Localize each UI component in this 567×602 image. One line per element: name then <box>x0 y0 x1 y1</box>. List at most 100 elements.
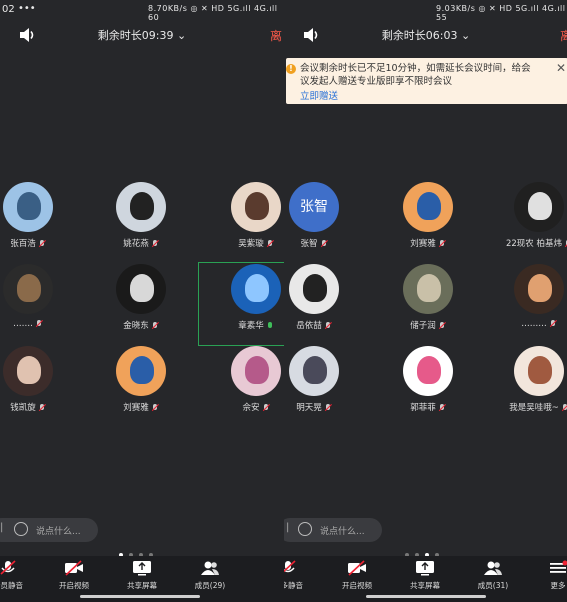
members-icon <box>200 560 220 576</box>
gift-now-link[interactable]: 立即赠送 <box>300 88 338 102</box>
participant-tile[interactable]: 吴紫璇 <box>216 182 284 258</box>
chat-input[interactable]: | 说点什么... <box>0 518 98 542</box>
mic-muted-icon <box>151 239 159 248</box>
mute-all-button[interactable]: 更多静音 <box>284 560 316 591</box>
participant-tile[interactable]: 储子润 <box>388 264 468 340</box>
participant-tile[interactable]: 张智 张智 <box>284 182 354 258</box>
participant-name-text: ……. <box>13 319 33 329</box>
participant-name: 储子润 <box>388 319 468 331</box>
avatar <box>289 264 339 314</box>
avatar <box>514 264 564 314</box>
remaining-time[interactable]: 剩余时长09:39 ⌄ <box>0 27 284 43</box>
avatar <box>403 346 453 396</box>
participant-name: ……… <box>499 319 567 329</box>
mute-all-button[interactable]: 全员静音 <box>0 560 36 591</box>
participant-tile[interactable]: 姚花燕 <box>101 182 181 258</box>
avatar <box>231 346 281 396</box>
close-icon[interactable]: ✕ <box>556 61 566 75</box>
participant-name-text: 张智 <box>300 239 318 249</box>
participant-tile[interactable]: 岳依喆 <box>284 264 354 340</box>
remaining-time[interactable]: 剩余时长06:03 ⌄ <box>284 27 567 43</box>
participant-name-text: 金晓东 <box>123 321 149 331</box>
participant-tile[interactable]: 钱凯旋 <box>0 346 68 422</box>
participant-name: 佘安 <box>216 401 284 413</box>
video-button[interactable]: 开启视频 <box>46 560 102 591</box>
mic-muted-icon <box>324 403 332 412</box>
participant-tile[interactable]: 郭菲菲 <box>388 346 468 422</box>
emoji-icon[interactable] <box>298 522 312 536</box>
avatar <box>403 182 453 232</box>
meeting-topbar: 剩余时长06:03 ⌄ 离 <box>284 24 567 46</box>
participant-name-text: 岳依喆 <box>296 321 322 331</box>
avatar: 张智 <box>289 182 339 232</box>
toolbar-label: 成员(31) <box>477 581 509 590</box>
toolbar-label: 更多静音 <box>284 581 303 590</box>
participant-tile[interactable]: 佘安 <box>216 346 284 422</box>
avatar-initials: 张智 <box>300 199 328 215</box>
toolbar-label: 开启视频 <box>342 581 372 590</box>
toolbar-label: 共享屏幕 <box>410 581 440 590</box>
status-dots: ••• <box>18 3 36 14</box>
avatar <box>116 264 166 314</box>
participant-tile[interactable]: 金晓东 <box>101 264 181 340</box>
participant-name-text: 明天晃 <box>296 403 322 413</box>
avatar <box>3 182 53 232</box>
toolbar-label: 开启视频 <box>59 581 89 590</box>
mic-muted-icon <box>438 239 446 248</box>
participant-name: 张百浩 <box>0 237 68 249</box>
participant-tile[interactable]: ……… <box>499 264 567 340</box>
avatar <box>116 182 166 232</box>
mic-muted-icon <box>151 321 159 330</box>
participant-tile[interactable]: 22现农 柏基炜 <box>499 182 567 258</box>
mic-muted-icon <box>549 319 557 328</box>
participant-tile[interactable]: 明天晃 <box>284 346 354 422</box>
participant-name-text: 郭菲菲 <box>410 403 436 413</box>
members-button[interactable]: 成员(31) <box>465 560 521 591</box>
participant-name: 张智 <box>284 237 354 249</box>
participant-tile[interactable]: 我是吴哇哦~ <box>499 346 567 422</box>
mic-mute-icon <box>0 560 18 576</box>
participant-name: 吴紫璇 <box>216 237 284 249</box>
mic-muted-icon <box>262 403 270 412</box>
leave-button[interactable]: 离 <box>270 27 282 44</box>
warning-message: 会议剩余时长已不足10分钟，如需延长会议时间，给会议发起人赠送专业版即享不限时会… <box>300 63 531 87</box>
share-screen-button[interactable]: 共享屏幕 <box>397 560 453 591</box>
warning-icon: ! <box>286 64 296 74</box>
mic-muted-icon <box>324 321 332 330</box>
emoji-icon[interactable] <box>14 522 28 536</box>
share-screen-icon <box>132 560 152 576</box>
participant-name-text: 22现农 柏基炜 <box>505 239 563 249</box>
video-button[interactable]: 开启视频 <box>329 560 385 591</box>
status-icons: 8.70KB/s ◎ ✕ HD 5G.ıll 4G.ıll 60 <box>148 4 278 22</box>
toolbar-label: 全员静音 <box>0 581 23 590</box>
chat-input[interactable]: | 说点什么... <box>284 518 382 542</box>
active-speaker-frame <box>198 262 284 346</box>
status-bar: 9.03KB/s ◎ ✕ HD 5G.ıll 4G.ıll 55 <box>284 2 567 22</box>
home-indicator[interactable] <box>80 595 200 598</box>
participant-name-text: 吴紫璇 <box>238 239 264 249</box>
chat-placeholder: 说点什么... <box>320 527 365 537</box>
members-button[interactable]: 成员(29) <box>182 560 238 591</box>
participant-tile[interactable]: 刘赛雅 <box>388 182 468 258</box>
home-indicator[interactable] <box>366 595 486 598</box>
avatar <box>3 264 53 314</box>
participant-tile[interactable]: 张百浩 <box>0 182 68 258</box>
more-button[interactable]: 更多 <box>530 560 567 591</box>
avatar <box>289 346 339 396</box>
leave-button[interactable]: 离 <box>560 27 567 44</box>
status-time: 02 <box>2 4 15 15</box>
status-icons: 9.03KB/s ◎ ✕ HD 5G.ıll 4G.ıll 55 <box>436 4 566 22</box>
mic-muted-icon <box>438 403 446 412</box>
participant-tile[interactable]: ……. <box>0 264 68 340</box>
toolbar-label: 共享屏幕 <box>127 581 157 590</box>
mic-muted-icon <box>320 239 328 248</box>
meeting-panel-left: 02 ••• 8.70KB/s ◎ ✕ HD 5G.ıll 4G.ıll 60 … <box>0 0 284 602</box>
participant-tile[interactable]: 刘赛雅 <box>101 346 181 422</box>
share-screen-button[interactable]: 共享屏幕 <box>114 560 170 591</box>
participant-name: 我是吴哇哦~ <box>499 401 567 413</box>
share-screen-icon <box>415 560 435 576</box>
mic-muted-icon <box>438 321 446 330</box>
participant-name-text: ……… <box>521 319 547 329</box>
avatar <box>231 182 281 232</box>
mic-muted-icon <box>266 239 274 248</box>
